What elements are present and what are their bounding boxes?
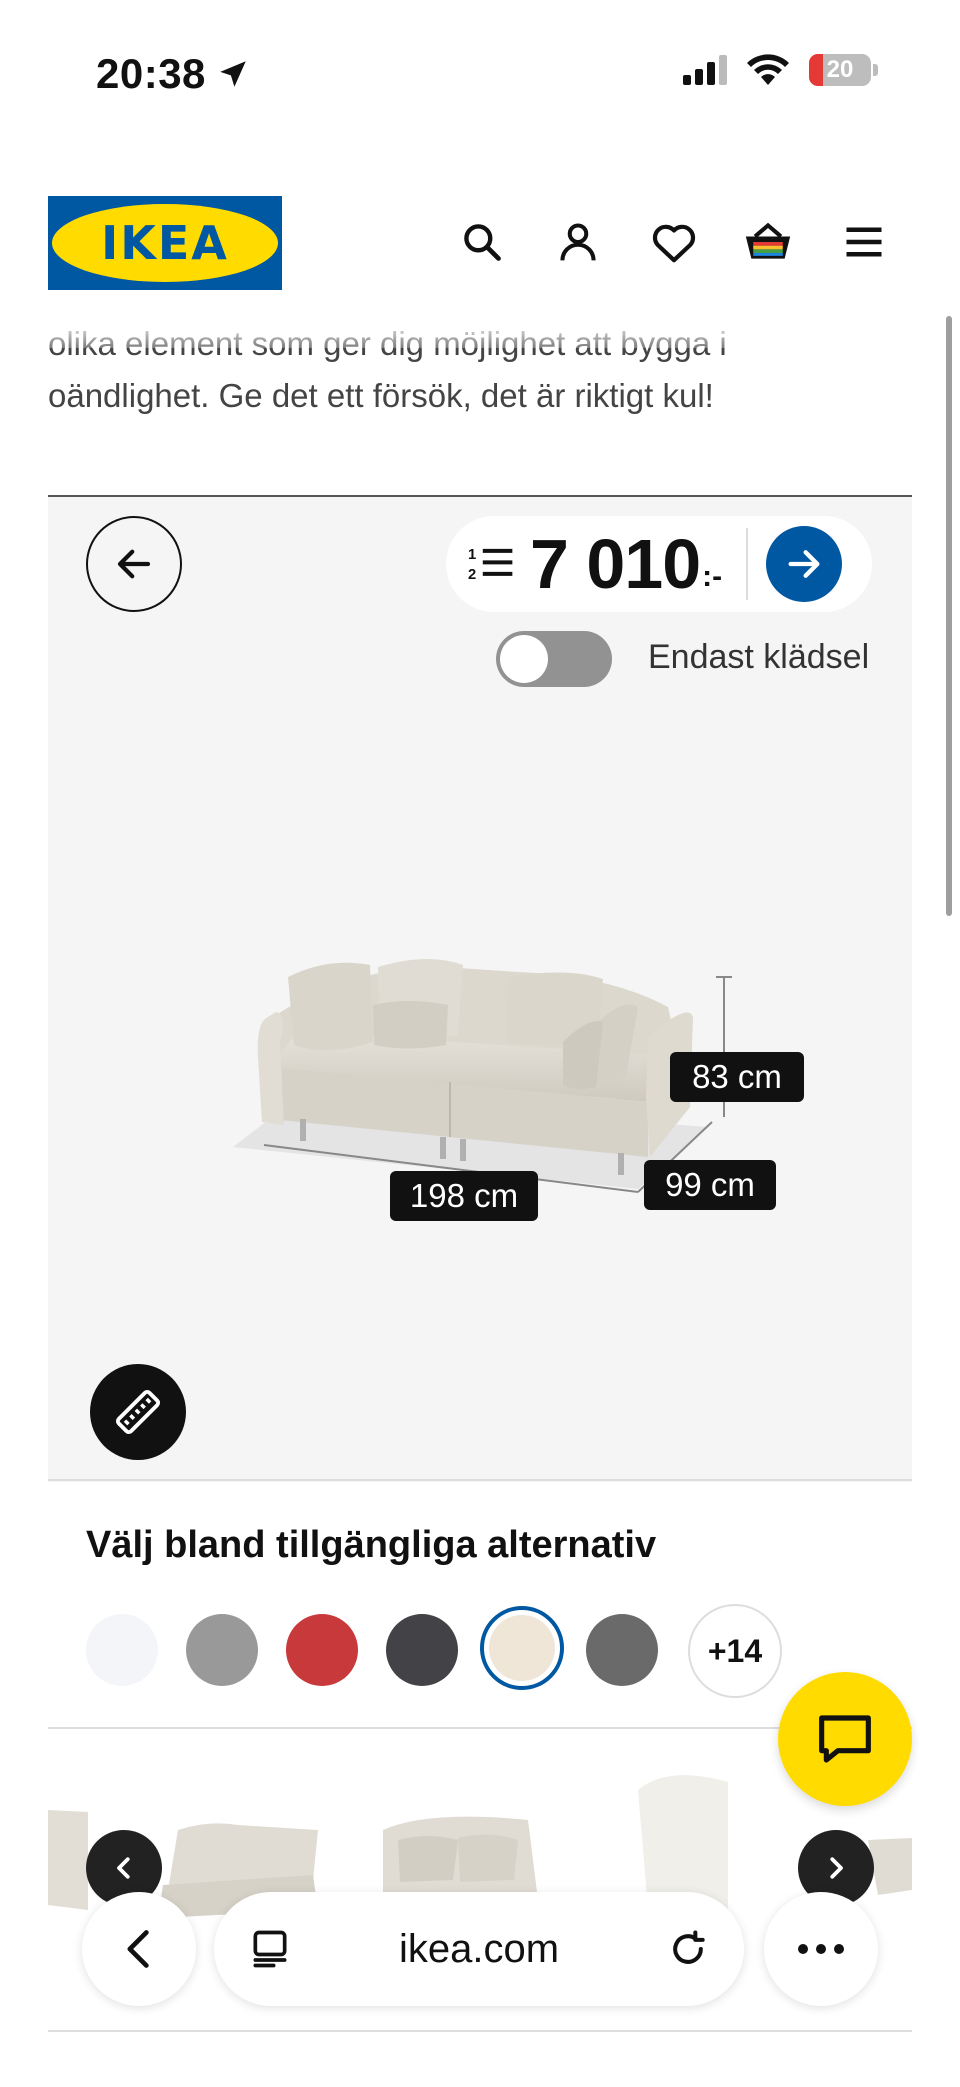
- chevron-left-icon: [127, 1930, 149, 1968]
- search-icon[interactable]: [458, 218, 506, 266]
- swatch-red[interactable]: [286, 1614, 358, 1686]
- chevron-left-icon: [117, 1857, 130, 1879]
- chevron-right-icon: [830, 1857, 843, 1879]
- heart-icon[interactable]: [650, 218, 698, 266]
- intro-line-2: oändlighet. Ge det ett försök, det är ri…: [48, 377, 714, 414]
- options-title: Välj bland tillgängliga alternativ: [86, 1524, 657, 1566]
- svg-text:1: 1: [468, 547, 476, 563]
- shopping-bag-icon[interactable]: [744, 218, 792, 266]
- more-options-button[interactable]: +14: [688, 1604, 782, 1698]
- width-dimension-label: 198 cm: [390, 1171, 538, 1221]
- swatch-grey[interactable]: [186, 1614, 258, 1686]
- swatch-medium-grey[interactable]: [586, 1614, 658, 1686]
- upholstery-only-label: Endast klädsel: [648, 638, 870, 676]
- price-suffix: :-: [702, 560, 723, 593]
- measurements-toggle-button[interactable]: [90, 1364, 186, 1460]
- ellipsis-icon: [798, 1944, 844, 1954]
- logo-text: IKEA: [101, 216, 229, 270]
- ikea-logo[interactable]: IKEA: [48, 196, 282, 290]
- upholstery-only-toggle[interactable]: [496, 631, 612, 687]
- wifi-icon: [747, 54, 789, 85]
- more-options-button-browser[interactable]: [764, 1892, 878, 2006]
- swatch-white[interactable]: [86, 1614, 158, 1686]
- arrow-right-icon: [788, 550, 820, 578]
- arrow-left-icon: [117, 549, 151, 579]
- profile-icon[interactable]: [554, 218, 602, 266]
- browser-back-button[interactable]: [82, 1892, 196, 2006]
- url-text: ikea.com: [398, 1926, 560, 1971]
- height-dimension-label: 83 cm: [670, 1052, 804, 1102]
- ruler-icon: [115, 1389, 161, 1435]
- swatch-beige-selected[interactable]: [480, 1606, 564, 1690]
- depth-dimension-label: 99 cm: [644, 1160, 776, 1210]
- svg-text:2: 2: [468, 567, 476, 583]
- battery-level: 20: [826, 56, 854, 83]
- price-summary[interactable]: 1 2 7 010 :-: [446, 516, 872, 612]
- location-arrow-icon: [220, 61, 246, 87]
- menu-icon[interactable]: [840, 218, 888, 266]
- status-time: 20:38: [96, 50, 250, 98]
- address-bar[interactable]: ikea.com: [214, 1892, 744, 2006]
- numbered-list-icon: 1 2: [468, 547, 513, 583]
- swatch-dark-grey[interactable]: [386, 1614, 458, 1686]
- page-scrollbar[interactable]: [946, 316, 952, 916]
- reader-mode-icon[interactable]: [248, 1927, 292, 1971]
- price-value: 7 010: [530, 525, 701, 603]
- battery-icon: 20: [809, 54, 871, 86]
- cellular-signal-icon: [683, 55, 727, 85]
- chat-button[interactable]: [778, 1672, 912, 1806]
- status-indicators: 20: [683, 54, 878, 86]
- reload-icon[interactable]: [666, 1927, 710, 1971]
- back-button[interactable]: [86, 516, 182, 612]
- chat-bubble-icon: [819, 1715, 871, 1763]
- continue-button[interactable]: [766, 526, 843, 602]
